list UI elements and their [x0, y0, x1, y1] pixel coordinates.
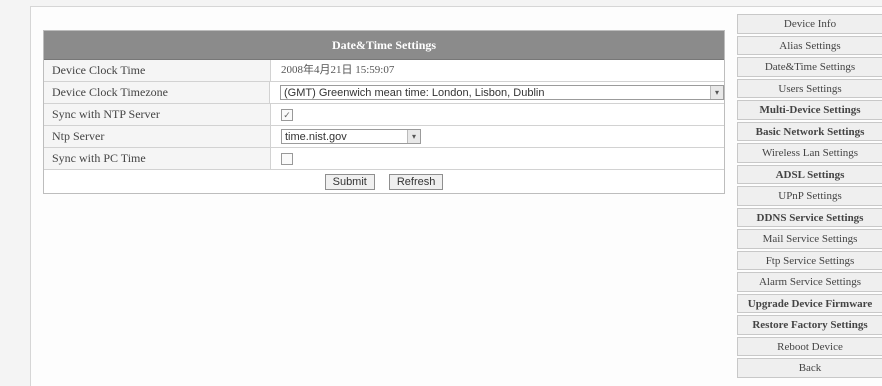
sidebar-item-restore-factory-settings[interactable]: Restore Factory Settings: [737, 315, 882, 335]
sidebar-item-basic-network-settings[interactable]: Basic Network Settings: [737, 121, 882, 141]
ntp-server-cell: time.nist.gov ▾: [271, 126, 724, 147]
ntp-server-selected-value: time.nist.gov: [285, 131, 347, 143]
sync-ntp-cell: ✓: [271, 104, 724, 125]
sync-pc-cell: [271, 148, 724, 169]
sidebar-item-back[interactable]: Back: [737, 358, 882, 378]
row-device-clock-timezone: Device Clock Timezone (GMT) Greenwich me…: [44, 82, 724, 104]
panel-title: Date&Time Settings: [44, 31, 724, 60]
sidebar-item-users-settings[interactable]: Users Settings: [737, 78, 882, 98]
sidebar-item-datetime-settings[interactable]: Date&Time Settings: [737, 57, 882, 77]
submit-button[interactable]: Submit: [324, 173, 375, 190]
value-device-clock-time: 2008年4月21日 15:59:07: [281, 64, 395, 76]
sidebar-item-alias-settings[interactable]: Alias Settings: [737, 35, 882, 55]
sidebar-item-adsl-settings[interactable]: ADSL Settings: [737, 164, 882, 184]
refresh-button[interactable]: Refresh: [388, 173, 444, 190]
button-row: Submit Refresh: [44, 170, 724, 193]
sidebar-item-ftp-service-settings[interactable]: Ftp Service Settings: [737, 250, 882, 270]
chevron-down-icon[interactable]: ▾: [407, 130, 420, 143]
timezone-selected-value: (GMT) Greenwich mean time: London, Lisbo…: [284, 87, 545, 99]
ntp-server-select[interactable]: time.nist.gov ▾: [281, 129, 421, 144]
sidebar-item-upgrade-device-firmware[interactable]: Upgrade Device Firmware: [737, 293, 882, 313]
sidebar-item-upnp-settings[interactable]: UPnP Settings: [737, 186, 882, 206]
label-sync-pc: Sync with PC Time: [44, 148, 271, 169]
datetime-settings-panel: Date&Time Settings Device Clock Time 200…: [43, 30, 725, 194]
timezone-cell: (GMT) Greenwich mean time: London, Lisbo…: [270, 82, 724, 103]
settings-sidebar: Device Info Alias Settings Date&Time Set…: [737, 14, 882, 380]
sidebar-item-wireless-lan-settings[interactable]: Wireless Lan Settings: [737, 143, 882, 163]
sidebar-item-alarm-service-settings[interactable]: Alarm Service Settings: [737, 272, 882, 292]
row-sync-ntp: Sync with NTP Server ✓: [44, 104, 724, 126]
label-device-clock-time: Device Clock Time: [44, 60, 271, 81]
label-ntp-server: Ntp Server: [44, 126, 271, 147]
sync-pc-checkbox[interactable]: [281, 152, 293, 165]
sidebar-item-mail-service-settings[interactable]: Mail Service Settings: [737, 229, 882, 249]
chevron-down-icon[interactable]: ▾: [710, 86, 723, 99]
sidebar-item-device-info[interactable]: Device Info: [737, 14, 882, 34]
sidebar-item-ddns-service-settings[interactable]: DDNS Service Settings: [737, 207, 882, 227]
row-device-clock-time: Device Clock Time 2008年4月21日 15:59:07: [44, 60, 724, 82]
row-sync-pc: Sync with PC Time: [44, 148, 724, 170]
timezone-select[interactable]: (GMT) Greenwich mean time: London, Lisbo…: [280, 85, 724, 100]
row-ntp-server: Ntp Server time.nist.gov ▾: [44, 126, 724, 148]
sync-ntp-checkbox[interactable]: ✓: [281, 108, 293, 121]
label-sync-ntp: Sync with NTP Server: [44, 104, 271, 125]
label-device-clock-timezone: Device Clock Timezone: [44, 82, 270, 103]
sidebar-item-multi-device-settings[interactable]: Multi-Device Settings: [737, 100, 882, 120]
sidebar-item-reboot-device[interactable]: Reboot Device: [737, 336, 882, 356]
